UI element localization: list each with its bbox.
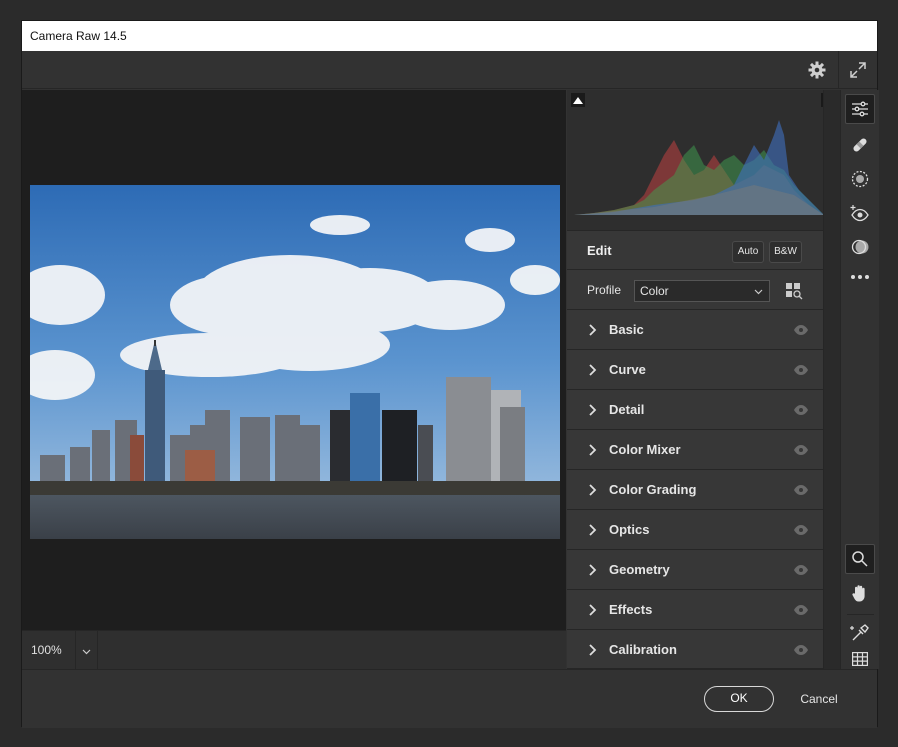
masking-icon[interactable] xyxy=(845,164,875,194)
profile-row: Profile Color xyxy=(567,270,823,310)
status-bar: 100% xyxy=(22,630,566,670)
chevron-right-icon xyxy=(587,642,599,658)
profile-select[interactable]: Color xyxy=(634,280,770,302)
eye-icon[interactable] xyxy=(793,403,809,417)
section-optics[interactable]: Optics xyxy=(567,510,823,550)
section-label: Curve xyxy=(609,362,646,377)
chevron-right-icon xyxy=(587,442,599,458)
eye-icon[interactable] xyxy=(793,323,809,337)
eye-icon[interactable] xyxy=(793,603,809,617)
auto-button[interactable]: Auto xyxy=(732,241,764,263)
ok-button[interactable]: OK xyxy=(704,686,774,712)
eye-icon[interactable] xyxy=(793,643,809,657)
chevron-right-icon xyxy=(587,562,599,578)
section-effects[interactable]: Effects xyxy=(567,590,823,630)
chevron-down-icon xyxy=(754,281,763,301)
tool-strip xyxy=(840,90,879,669)
section-calibration[interactable]: Calibration xyxy=(567,630,823,669)
healing-bandage-icon[interactable] xyxy=(845,130,875,160)
camera-raw-window: Camera Raw 14.5 100% Edit Auto B&W Profi… xyxy=(21,20,879,728)
grid-icon[interactable] xyxy=(845,652,875,666)
chevron-right-icon xyxy=(587,362,599,378)
zoom-dropdown[interactable] xyxy=(76,631,98,670)
edit-title: Edit xyxy=(587,243,612,258)
section-label: Effects xyxy=(609,602,653,617)
edit-header: Edit Auto B&W xyxy=(567,230,823,270)
section-label: Geometry xyxy=(609,562,670,577)
section-detail[interactable]: Detail xyxy=(567,390,823,430)
chevron-right-icon xyxy=(587,482,599,498)
chevron-right-icon xyxy=(587,322,599,338)
toolbar-divider xyxy=(838,51,839,89)
bw-button[interactable]: B&W xyxy=(769,241,802,263)
chevron-right-icon xyxy=(587,522,599,538)
profile-browser-icon[interactable] xyxy=(785,282,803,300)
profile-label: Profile xyxy=(587,283,622,297)
gear-icon[interactable] xyxy=(806,59,828,81)
edit-sliders-icon[interactable] xyxy=(845,94,875,124)
window-title: Camera Raw 14.5 xyxy=(30,29,127,43)
shadow-clipping-icon[interactable] xyxy=(571,93,585,112)
section-color-grading[interactable]: Color Grading xyxy=(567,470,823,510)
section-color-mixer[interactable]: Color Mixer xyxy=(567,430,823,470)
eye-icon[interactable] xyxy=(793,363,809,377)
edit-panel: Edit Auto B&W Profile Color Basic Curve … xyxy=(567,90,835,669)
section-label: Detail xyxy=(609,402,645,417)
section-label: Color Grading xyxy=(609,482,697,497)
color-sampler-icon[interactable] xyxy=(845,618,875,648)
top-toolbar xyxy=(22,51,877,89)
eye-icon[interactable] xyxy=(793,443,809,457)
section-label: Calibration xyxy=(609,642,677,657)
histogram xyxy=(567,90,835,230)
chevron-right-icon xyxy=(587,402,599,418)
title-bar: Camera Raw 14.5 xyxy=(22,21,877,51)
zoom-icon[interactable] xyxy=(845,544,875,574)
section-label: Color Mixer xyxy=(609,442,681,457)
section-label: Optics xyxy=(609,522,650,537)
zoom-level[interactable]: 100% xyxy=(22,631,76,670)
expand-icon[interactable] xyxy=(847,59,869,81)
section-basic[interactable]: Basic xyxy=(567,310,823,350)
hand-icon[interactable] xyxy=(845,578,875,608)
chevron-right-icon xyxy=(587,602,599,618)
tool-divider xyxy=(847,614,874,615)
eye-icon[interactable] xyxy=(793,563,809,577)
presets-icon[interactable] xyxy=(845,232,875,262)
section-geometry[interactable]: Geometry xyxy=(567,550,823,590)
section-label: Basic xyxy=(609,322,644,337)
dialog-footer: OK Cancel xyxy=(22,669,877,728)
section-curve[interactable]: Curve xyxy=(567,350,823,390)
panel-scrollbar[interactable] xyxy=(823,90,840,669)
eye-icon[interactable] xyxy=(793,483,809,497)
cancel-button[interactable]: Cancel xyxy=(792,686,846,712)
more-icon[interactable] xyxy=(845,262,875,292)
eye-icon[interactable] xyxy=(793,523,809,537)
profile-value: Color xyxy=(640,284,669,298)
chevron-down-icon xyxy=(82,642,91,660)
red-eye-icon[interactable] xyxy=(845,198,875,228)
photo-preview[interactable] xyxy=(30,185,560,539)
image-canvas[interactable] xyxy=(22,90,566,630)
